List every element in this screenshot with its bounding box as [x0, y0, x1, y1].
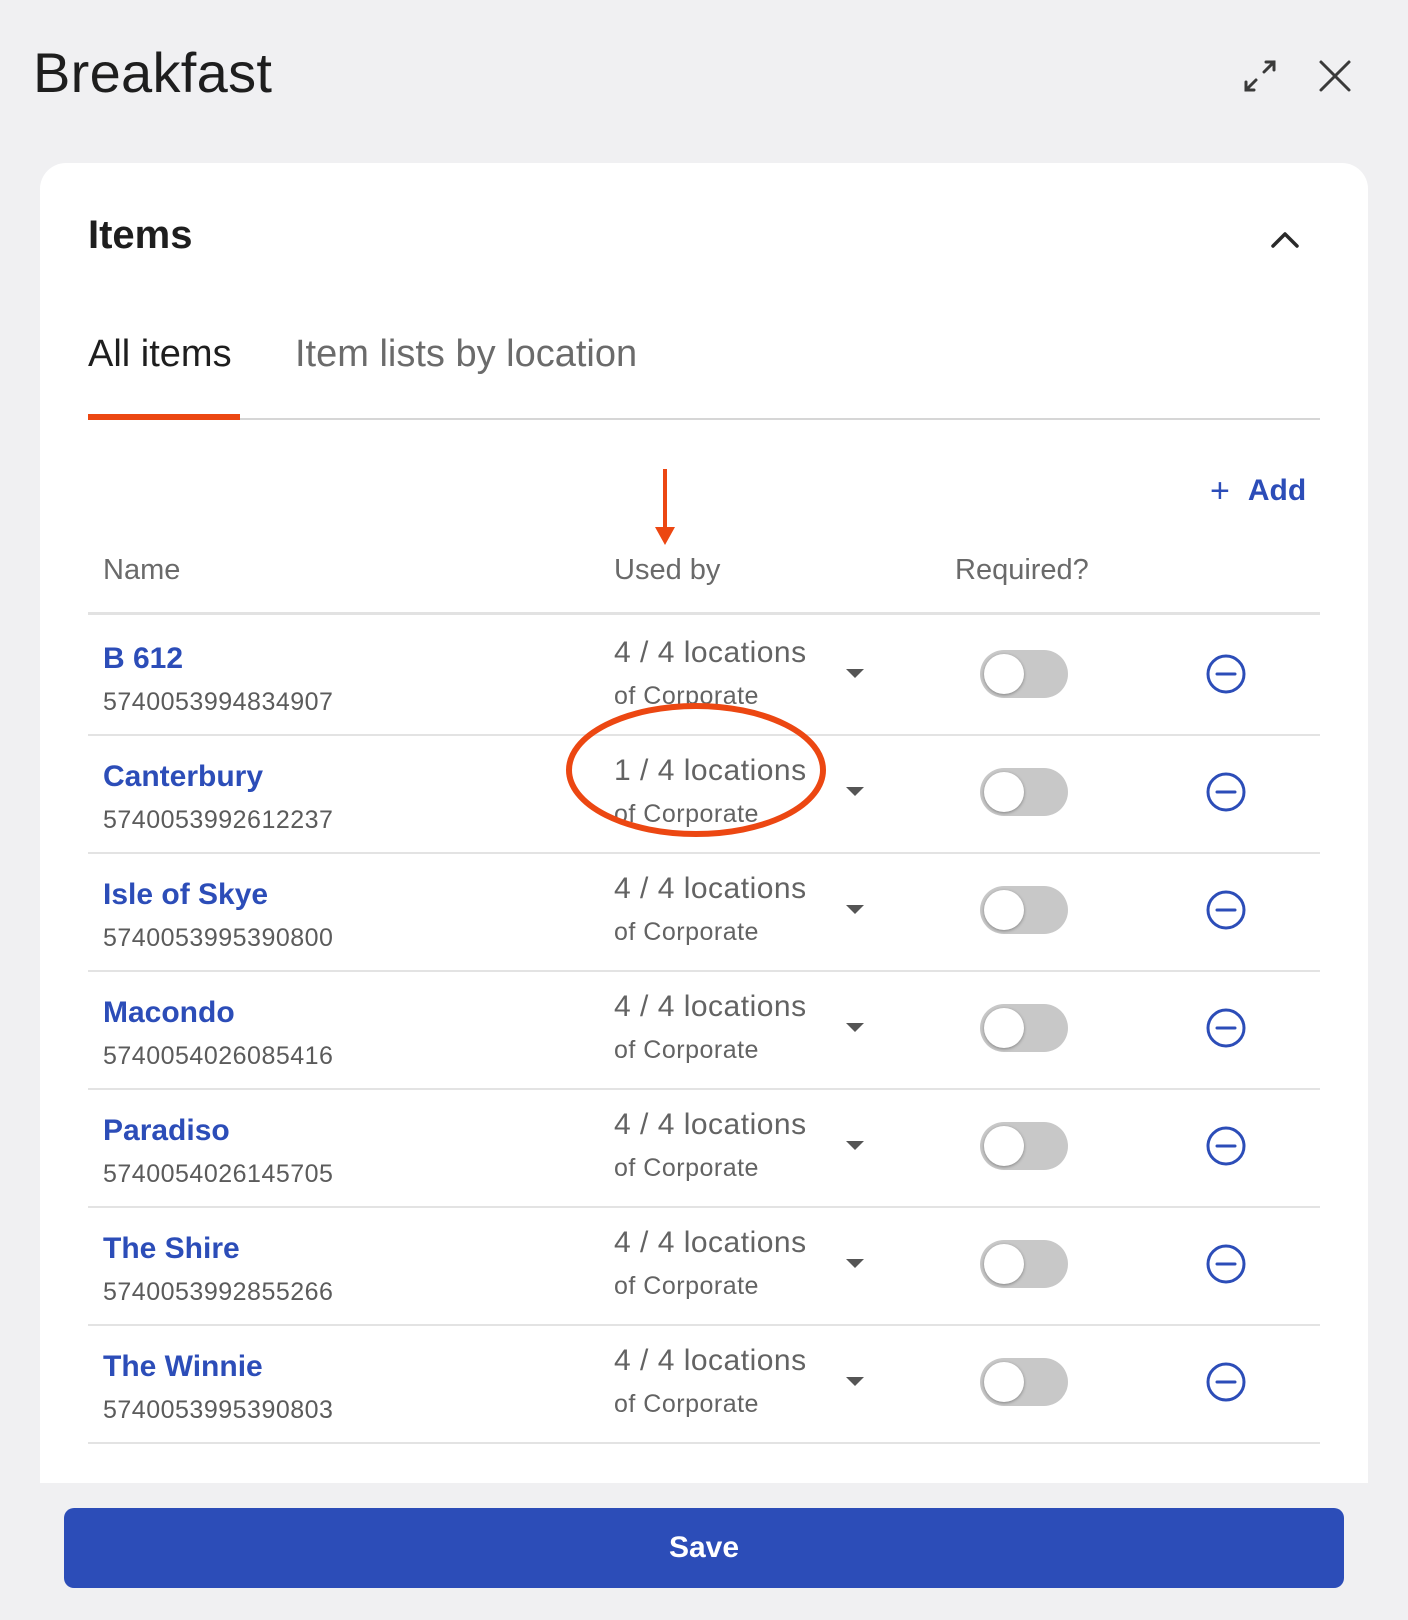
- toggle-knob: [984, 1008, 1024, 1048]
- toggle-knob: [984, 1362, 1024, 1402]
- table-row: Macondo 5740054026085416 4 / 4 locations of…: [88, 970, 1320, 1090]
- item-code: 5740053994834907: [103, 688, 334, 716]
- toggle-knob: [984, 890, 1024, 930]
- table-row: Canterbury 5740053992612237 1 / 4 location…: [88, 734, 1320, 854]
- section-title: Items: [88, 213, 193, 257]
- used-by-count: 4 / 4 locations: [614, 1226, 807, 1259]
- required-toggle[interactable]: [980, 886, 1068, 934]
- item-code: 5740053995390803: [103, 1396, 334, 1424]
- item-name-link[interactable]: B 612: [103, 642, 183, 676]
- required-toggle[interactable]: [980, 1240, 1068, 1288]
- tab-all-items[interactable]: All items: [88, 333, 232, 376]
- used-by-count: 4 / 4 locations: [614, 636, 807, 669]
- required-toggle[interactable]: [980, 768, 1068, 816]
- column-header-name: Name: [103, 554, 181, 586]
- expand-icon: [1244, 60, 1276, 92]
- used-by-dropdown-caret-icon[interactable]: [846, 1023, 864, 1032]
- remove-item-button[interactable]: [1204, 1124, 1248, 1168]
- used-by-dropdown-caret-icon[interactable]: [846, 905, 864, 914]
- used-by-scope: of Corporate: [614, 1272, 759, 1300]
- table-row: Isle of Skye 5740053995390800 4 / 4 locati…: [88, 852, 1320, 972]
- table-row: The Winnie 5740053995390803 4 / 4 location…: [88, 1324, 1320, 1444]
- used-by-scope: of Corporate: [614, 682, 759, 710]
- item-name-link[interactable]: Isle of Skye: [103, 878, 268, 912]
- minus-circle-icon: [1206, 890, 1246, 930]
- active-tab-indicator: [88, 414, 240, 420]
- item-code: 5740054026085416: [103, 1042, 334, 1070]
- remove-item-button[interactable]: [1204, 888, 1248, 932]
- table-row: B 612 5740053994834907 4 / 4 locations of C…: [88, 616, 1320, 736]
- used-by-count: 4 / 4 locations: [614, 1108, 807, 1141]
- column-header-used-by: Used by: [614, 554, 721, 586]
- remove-item-button[interactable]: [1204, 1360, 1248, 1404]
- items-card: Items All items Item lists by location +…: [40, 163, 1368, 1483]
- add-label: Add: [1247, 474, 1307, 507]
- item-code: 5740053995390800: [103, 924, 334, 952]
- minus-circle-icon: [1206, 654, 1246, 694]
- tabs-divider: [88, 418, 1320, 420]
- close-button[interactable]: [1315, 56, 1355, 96]
- used-by-dropdown-caret-icon[interactable]: [846, 1377, 864, 1386]
- required-toggle[interactable]: [980, 1004, 1068, 1052]
- column-header-required: Required?: [955, 554, 1089, 586]
- item-name-link[interactable]: The Winnie: [103, 1350, 263, 1384]
- remove-item-button[interactable]: [1204, 652, 1248, 696]
- used-by-scope: of Corporate: [614, 1154, 759, 1182]
- toggle-knob: [984, 1244, 1024, 1284]
- remove-item-button[interactable]: [1204, 1242, 1248, 1286]
- item-code: 5740053992855266: [103, 1278, 334, 1306]
- minus-circle-icon: [1206, 1008, 1246, 1048]
- remove-item-button[interactable]: [1204, 1006, 1248, 1050]
- collapse-button[interactable]: [1263, 218, 1307, 262]
- used-by-count: 4 / 4 locations: [614, 872, 807, 905]
- plus-icon: +: [1210, 472, 1230, 510]
- save-button[interactable]: Save: [64, 1508, 1344, 1588]
- item-name-link[interactable]: Paradiso: [103, 1114, 230, 1148]
- toggle-knob: [984, 1126, 1024, 1166]
- used-by-count: 4 / 4 locations: [614, 1344, 807, 1377]
- chevron-up-icon: [1271, 232, 1299, 248]
- toggle-knob: [984, 654, 1024, 694]
- used-by-dropdown-caret-icon[interactable]: [846, 787, 864, 796]
- used-by-count: 1 / 4 locations: [614, 754, 807, 787]
- item-code: 5740053992612237: [103, 806, 334, 834]
- remove-item-button[interactable]: [1204, 770, 1248, 814]
- minus-circle-icon: [1206, 1126, 1246, 1166]
- item-name-link[interactable]: Canterbury: [103, 760, 263, 794]
- used-by-count: 4 / 4 locations: [614, 990, 807, 1023]
- minus-circle-icon: [1206, 1244, 1246, 1284]
- item-name-link[interactable]: The Shire: [103, 1232, 240, 1266]
- tab-item-lists-by-location[interactable]: Item lists by location: [295, 333, 637, 376]
- required-toggle[interactable]: [980, 1358, 1068, 1406]
- table-row: The Shire 5740053992855266 4 / 4 locations…: [88, 1206, 1320, 1326]
- item-code: 5740054026145705: [103, 1160, 334, 1188]
- used-by-dropdown-caret-icon[interactable]: [846, 1141, 864, 1150]
- minus-circle-icon: [1206, 1362, 1246, 1402]
- header-divider: [88, 612, 1320, 615]
- used-by-dropdown-caret-icon[interactable]: [846, 1259, 864, 1268]
- add-button[interactable]: + Add: [1210, 469, 1306, 513]
- toggle-knob: [984, 772, 1024, 812]
- expand-button[interactable]: [1236, 52, 1284, 100]
- used-by-scope: of Corporate: [614, 800, 759, 828]
- used-by-scope: of Corporate: [614, 1036, 759, 1064]
- used-by-dropdown-caret-icon[interactable]: [846, 669, 864, 678]
- page-title: Breakfast: [33, 41, 273, 104]
- table-row: Paradiso 5740054026145705 4 / 4 locations o…: [88, 1088, 1320, 1208]
- required-toggle[interactable]: [980, 1122, 1068, 1170]
- used-by-scope: of Corporate: [614, 1390, 759, 1418]
- required-toggle[interactable]: [980, 650, 1068, 698]
- minus-circle-icon: [1206, 772, 1246, 812]
- used-by-scope: of Corporate: [614, 918, 759, 946]
- item-name-link[interactable]: Macondo: [103, 996, 235, 1030]
- close-icon: [1319, 60, 1351, 92]
